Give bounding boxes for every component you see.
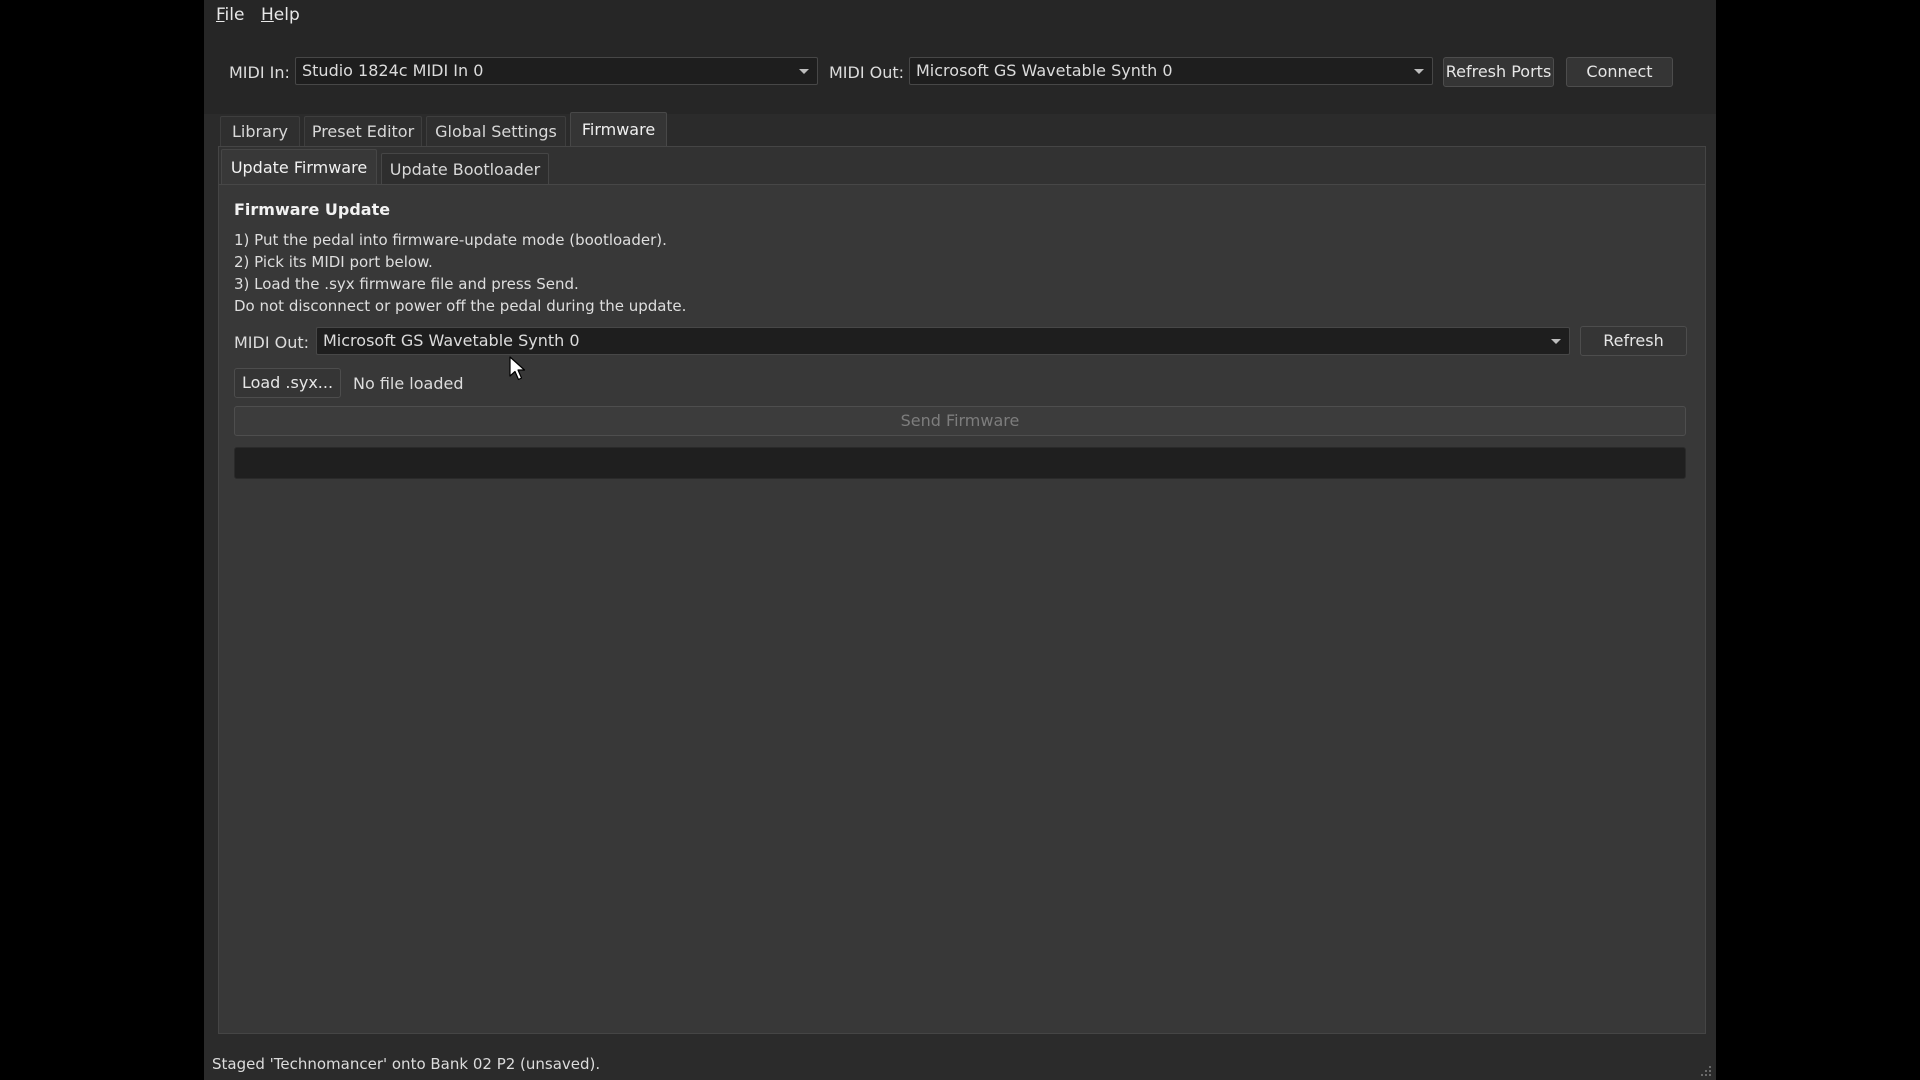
menu-file-accel: F — [216, 5, 225, 25]
firmware-midi-out-value: Microsoft GS Wavetable Synth 0 — [323, 331, 580, 350]
menu-file-label: ile — [224, 5, 245, 25]
file-status-label: No file loaded — [353, 374, 464, 393]
tab-firmware[interactable]: Firmware — [570, 112, 667, 147]
refresh-ports-button[interactable]: Refresh Ports — [1443, 57, 1554, 87]
firmware-panel: Update Firmware Update Bootloader Firmwa… — [218, 146, 1706, 1034]
menu-file[interactable]: File — [216, 5, 244, 25]
midi-in-select[interactable]: Studio 1824c MIDI In 0 — [295, 57, 818, 85]
midi-in-label: MIDI In: — [229, 63, 290, 82]
tab-global-settings[interactable]: Global Settings — [426, 116, 566, 146]
menu-help[interactable]: Help — [261, 5, 300, 25]
firmware-update-heading: Firmware Update — [234, 200, 391, 219]
instruction-line: 2) Pick its MIDI port below. — [234, 253, 433, 271]
tab-preset-editor[interactable]: Preset Editor — [304, 116, 422, 146]
app-window: File Help MIDI In: Studio 1824c MIDI In … — [204, 0, 1716, 1080]
firmware-midi-out-select[interactable]: Microsoft GS Wavetable Synth 0 — [316, 327, 1570, 355]
resize-grip-icon[interactable] — [1698, 1063, 1712, 1077]
midi-out-label: MIDI Out: — [829, 63, 905, 82]
instruction-line: 1) Put the pedal into firmware-update mo… — [234, 231, 667, 249]
instruction-line: 3) Load the .syx firmware file and press… — [234, 275, 579, 293]
midi-out-select[interactable]: Microsoft GS Wavetable Synth 0 — [909, 57, 1433, 85]
midi-out-value: Microsoft GS Wavetable Synth 0 — [916, 61, 1173, 80]
update-firmware-page: Firmware Update 1) Put the pedal into fi… — [219, 184, 1705, 1033]
chevron-down-icon — [799, 69, 809, 74]
chevron-down-icon — [1551, 339, 1561, 344]
instruction-line: Do not disconnect or power off the pedal… — [234, 297, 687, 315]
firmware-progress-bar — [234, 447, 1686, 479]
midi-connection-bar: MIDI In: Studio 1824c MIDI In 0 MIDI Out… — [204, 30, 1716, 114]
send-firmware-button[interactable]: Send Firmware — [234, 406, 1686, 436]
firmware-midi-out-label: MIDI Out: — [234, 333, 310, 352]
chevron-down-icon — [1414, 69, 1424, 74]
connect-button[interactable]: Connect — [1566, 57, 1673, 87]
load-syx-button[interactable]: Load .syx... — [234, 368, 341, 398]
tab-update-firmware[interactable]: Update Firmware — [221, 149, 377, 185]
refresh-button[interactable]: Refresh — [1580, 326, 1687, 356]
menu-help-label: elp — [273, 5, 300, 25]
status-bar-message: Staged 'Technomancer' onto Bank 02 P2 (u… — [212, 1055, 601, 1073]
menu-help-accel: H — [261, 5, 274, 25]
midi-in-value: Studio 1824c MIDI In 0 — [302, 61, 484, 80]
tab-library[interactable]: Library — [220, 116, 300, 146]
mouse-cursor-icon — [509, 356, 526, 381]
menu-bar: File Help — [204, 0, 1716, 30]
tab-update-bootloader[interactable]: Update Bootloader — [381, 153, 549, 184]
